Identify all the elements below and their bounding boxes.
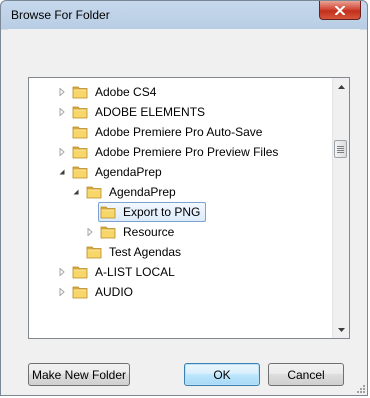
tree-item[interactable]: A-LIST LOCAL	[57, 262, 181, 282]
tree-item-content: Adobe Premiere Pro Preview Files	[70, 142, 284, 162]
tree-expander[interactable]	[71, 182, 81, 202]
folder-icon	[72, 146, 88, 159]
chevron-right-icon	[59, 88, 65, 96]
folder-icon	[72, 266, 88, 279]
close-icon	[335, 5, 345, 15]
tree-item-content: Test Agendas	[84, 242, 187, 262]
chevron-right-icon	[59, 148, 65, 156]
tree-item[interactable]: Adobe CS4	[57, 82, 162, 102]
tree-item-label: AUDIO	[95, 285, 134, 299]
tree-item-label: AgendaPrep	[95, 165, 162, 179]
tree-item-label: Resource	[123, 225, 175, 239]
grip-icon	[337, 145, 344, 153]
vertical-scrollbar[interactable]	[332, 78, 349, 338]
folder-tree[interactable]: Adobe CS4 ADOBE ELEMENTS Adobe Premiere Pr…	[28, 77, 350, 339]
tree-expander	[85, 202, 95, 222]
tree-item-label: ADOBE ELEMENTS	[95, 105, 206, 119]
tree-item[interactable]: Resource	[85, 222, 180, 242]
tree-item-content: AgendaPrep	[70, 162, 168, 182]
tree-item[interactable]: Adobe Premiere Pro Auto-Save	[57, 122, 268, 142]
tree-item-label: A-LIST LOCAL	[95, 265, 175, 279]
tree-expander[interactable]	[57, 262, 67, 282]
folder-icon	[72, 86, 88, 99]
tree-item-content: Resource	[98, 222, 180, 242]
tree-item-content: AUDIO	[70, 282, 139, 302]
tree-item-content: Adobe Premiere Pro Auto-Save	[70, 122, 268, 142]
tree-item-content: Adobe CS4	[70, 82, 162, 102]
tree-item-label: Test Agendas	[109, 245, 182, 259]
chevron-down-icon	[337, 327, 345, 332]
tree-item-label: Export to PNG	[123, 205, 201, 219]
folder-icon	[100, 226, 116, 239]
chevron-expanded-icon	[73, 189, 79, 195]
close-button[interactable]	[319, 1, 361, 20]
tree-item[interactable]: Export to PNG	[85, 202, 207, 222]
tree-item-content: AgendaPrep	[84, 182, 182, 202]
chevron-right-icon	[87, 228, 93, 236]
window-title: Browse For Folder	[11, 8, 110, 22]
scroll-down-button[interactable]	[333, 321, 349, 338]
chevron-expanded-icon	[59, 169, 65, 175]
scroll-thumb[interactable]	[334, 140, 347, 158]
tree-item-content: Export to PNG	[98, 202, 207, 222]
description-area	[8, 29, 360, 73]
tree-item[interactable]: Adobe Premiere Pro Preview Files	[57, 142, 284, 162]
folder-icon	[100, 206, 116, 219]
tree-expander[interactable]	[57, 282, 67, 302]
make-new-folder-button[interactable]: Make New Folder	[28, 363, 130, 386]
scroll-up-button[interactable]	[333, 78, 349, 95]
tree-expander[interactable]	[57, 102, 67, 122]
chevron-up-icon	[337, 84, 345, 89]
tree-item[interactable]: AgendaPrep	[57, 162, 168, 182]
tree-expander[interactable]	[57, 162, 67, 182]
tree-item-content: ADOBE ELEMENTS	[70, 102, 211, 122]
tree-expander[interactable]	[57, 142, 67, 162]
tree-expander[interactable]	[57, 82, 67, 102]
ok-button[interactable]: OK	[184, 363, 260, 386]
folder-icon	[72, 166, 88, 179]
tree-item-label: AgendaPrep	[109, 185, 176, 199]
folder-icon	[72, 286, 88, 299]
chevron-right-icon	[59, 108, 65, 116]
folder-icon	[72, 126, 88, 139]
title-bar[interactable]: Browse For Folder	[1, 1, 367, 29]
tree-expander	[71, 242, 81, 262]
chevron-right-icon	[59, 288, 65, 296]
tree-item-label: Adobe Premiere Pro Preview Files	[95, 145, 279, 159]
folder-icon	[86, 246, 102, 259]
tree-expander[interactable]	[85, 222, 95, 242]
tree-item[interactable]: ADOBE ELEMENTS	[57, 102, 211, 122]
tree-item-label: Adobe CS4	[95, 85, 157, 99]
cancel-button[interactable]: Cancel	[268, 363, 344, 386]
folder-icon	[86, 186, 102, 199]
tree-item[interactable]: Test Agendas	[71, 242, 187, 262]
browse-for-folder-dialog: Browse For Folder Adobe CS4 ADOBE ELEMENT…	[0, 0, 368, 396]
tree-item[interactable]: AgendaPrep	[71, 182, 182, 202]
tree-item[interactable]: AUDIO	[57, 282, 139, 302]
tree-item-content: A-LIST LOCAL	[70, 262, 181, 282]
chevron-right-icon	[59, 268, 65, 276]
tree-item-label: Adobe Premiere Pro Auto-Save	[95, 125, 263, 139]
tree-expander	[57, 122, 67, 142]
folder-icon	[72, 106, 88, 119]
resize-grip-icon[interactable]	[355, 383, 365, 393]
